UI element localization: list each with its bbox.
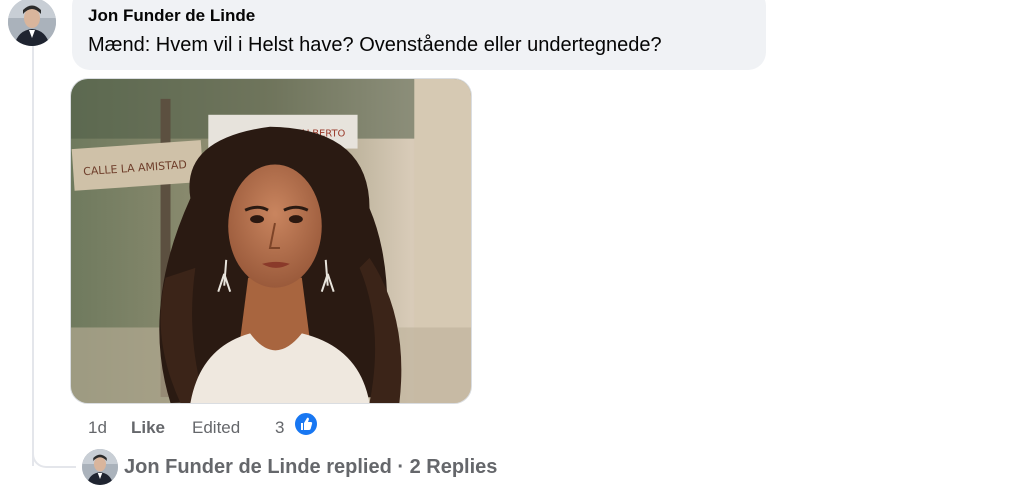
- edited-label[interactable]: Edited: [192, 414, 240, 442]
- profile-photo-icon: [8, 0, 56, 46]
- photo-attachment[interactable]: CALLE LA AMISTAD ALBERTO: [70, 78, 472, 404]
- thumbs-up-icon[interactable]: [293, 411, 319, 437]
- reply-author-avatar[interactable]: [82, 449, 118, 485]
- reaction-count[interactable]: 3: [275, 414, 284, 442]
- comment-text: Mænd: Hvem vil i Helst have? Ovenstående…: [88, 34, 662, 56]
- comment-author[interactable]: Jon Funder de Linde: [88, 6, 750, 26]
- author-avatar[interactable]: [8, 0, 56, 46]
- like-button[interactable]: Like: [131, 414, 165, 442]
- profile-photo-icon: [82, 449, 118, 485]
- photo-image: CALLE LA AMISTAD ALBERTO: [71, 79, 471, 403]
- comment-bubble: Jon Funder de Linde Mænd: Hvem vil i Hel…: [72, 0, 766, 70]
- thread-line: [32, 46, 34, 466]
- view-replies-link[interactable]: Jon Funder de Linde replied · 2 Replies: [124, 452, 497, 482]
- comment-timestamp[interactable]: 1d: [88, 414, 107, 442]
- thread-connector: [32, 446, 76, 468]
